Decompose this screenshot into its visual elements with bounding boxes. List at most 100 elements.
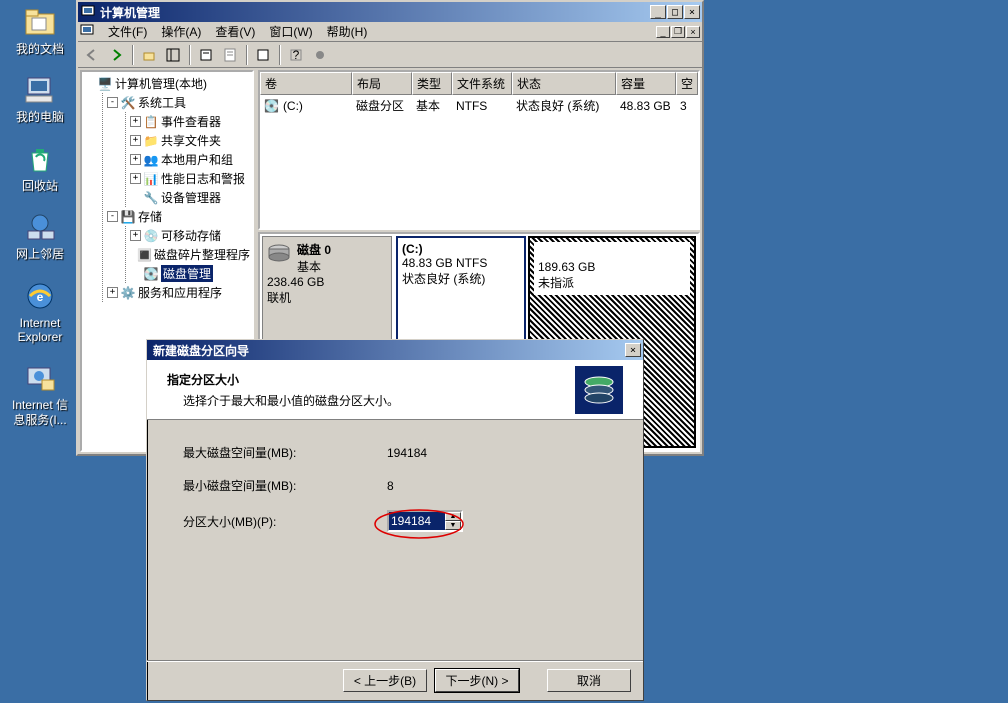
desktop-label: Internet 信息服务(I... <box>8 398 72 427</box>
desktop-label: 我的电脑 <box>16 110 64 124</box>
expand-icon[interactable]: + <box>107 287 118 298</box>
titlebar[interactable]: 计算机管理 _ □ × <box>78 2 702 22</box>
column-status[interactable]: 状态 <box>512 72 616 95</box>
volume-free: 3 <box>676 95 698 116</box>
volume-list[interactable]: 卷 布局 类型 文件系统 状态 容量 空 💽(C:) 磁盘分区 基本 NTFS … <box>258 70 700 230</box>
tree-storage[interactable]: -💾存储 <box>107 207 250 226</box>
wizard-close-button[interactable]: × <box>625 343 641 357</box>
column-layout[interactable]: 布局 <box>352 72 412 95</box>
desktop-icon-my-computer[interactable]: 我的电脑 <box>8 72 72 124</box>
spinner-up-button[interactable]: ▲ <box>445 512 461 521</box>
services-icon: ⚙️ <box>120 285 136 301</box>
column-type[interactable]: 类型 <box>412 72 452 95</box>
tree-services[interactable]: +⚙️服务和应用程序 <box>107 283 250 302</box>
shared-icon: 📁 <box>143 133 159 149</box>
maximize-button[interactable]: □ <box>667 5 683 19</box>
forward-button[interactable] <box>106 45 126 65</box>
menu-action[interactable]: 操作(A) <box>155 21 207 42</box>
menu-window[interactable]: 窗口(W) <box>263 21 318 42</box>
desktop-icon-network[interactable]: 网上邻居 <box>8 209 72 261</box>
partition-status: 状态良好 (系统) <box>402 270 520 287</box>
collapse-icon[interactable]: - <box>107 97 118 108</box>
list-header: 卷 布局 类型 文件系统 状态 容量 空 <box>260 72 698 95</box>
menu-help[interactable]: 帮助(H) <box>321 21 374 42</box>
volume-type: 基本 <box>412 95 452 116</box>
expand-icon[interactable]: + <box>130 154 141 165</box>
back-button[interactable]: < 上一步(B) <box>343 669 427 692</box>
desktop-label: Internet Explorer <box>8 316 72 345</box>
properties-button[interactable] <box>196 45 216 65</box>
wizard-title: 新建磁盘分区向导 <box>149 342 625 359</box>
min-space-value: 8 <box>387 479 394 493</box>
disk-size: 238.46 GB <box>267 275 387 289</box>
wizard-body: 最大磁盘空间量(MB): 194184 最小磁盘空间量(MB): 8 分区大小(… <box>147 420 643 572</box>
wizard-titlebar[interactable]: 新建磁盘分区向导 × <box>147 340 643 360</box>
expand-icon[interactable]: + <box>130 116 141 127</box>
partition-size: 48.83 GB NTFS <box>402 256 520 270</box>
close-button[interactable]: × <box>684 5 700 19</box>
tree-removable-storage[interactable]: +💿可移动存储 <box>130 226 250 245</box>
partition-size-input[interactable] <box>389 512 445 530</box>
column-volume[interactable]: 卷 <box>260 72 352 95</box>
mdi-close-button[interactable]: × <box>686 26 700 38</box>
expand-icon[interactable]: + <box>130 173 141 184</box>
tree-root[interactable]: 🖥️计算机管理(本地) <box>84 74 250 93</box>
min-space-label: 最小磁盘空间量(MB): <box>183 477 387 494</box>
help-button[interactable]: ? <box>286 45 306 65</box>
tree-shared-folders[interactable]: +📁共享文件夹 <box>130 131 250 150</box>
list-button[interactable] <box>253 45 273 65</box>
collapse-icon[interactable]: - <box>107 211 118 222</box>
defrag-icon: 🔳 <box>137 247 152 263</box>
wizard-heading: 指定分区大小 <box>167 371 575 388</box>
max-space-label: 最大磁盘空间量(MB): <box>183 444 387 461</box>
show-tree-button[interactable] <box>163 45 183 65</box>
tree-disk-management[interactable]: 💽磁盘管理 <box>130 264 250 283</box>
mdi-minimize-button[interactable]: _ <box>656 26 670 38</box>
wizard-header: 指定分区大小 选择介于最大和最小值的磁盘分区大小。 <box>147 360 643 420</box>
tree-defrag[interactable]: 🔳磁盘碎片整理程序 <box>130 245 250 264</box>
tree-system-tools[interactable]: -🛠️系统工具 <box>107 93 250 112</box>
next-button[interactable]: 下一步(N) > <box>435 669 519 692</box>
tree-local-users[interactable]: +👥本地用户和组 <box>130 150 250 169</box>
folder-docs-icon <box>22 4 58 40</box>
svg-text:?: ? <box>293 48 300 62</box>
column-filesystem[interactable]: 文件系统 <box>452 72 512 95</box>
drive-icon: 💽 <box>264 99 279 113</box>
desktop-label: 网上邻居 <box>16 247 64 261</box>
tree-performance[interactable]: +📊性能日志和警报 <box>130 169 250 188</box>
menu-view[interactable]: 查看(V) <box>209 21 261 42</box>
disk-stack-icon <box>575 366 623 414</box>
column-free[interactable]: 空 <box>676 72 698 95</box>
minimize-button[interactable]: _ <box>650 5 666 19</box>
desktop-icon-iis[interactable]: Internet 信息服务(I... <box>8 360 72 427</box>
desktop-icon-ie[interactable]: e Internet Explorer <box>8 278 72 345</box>
expand-icon[interactable]: + <box>130 135 141 146</box>
tree-device-manager[interactable]: 🔧设备管理器 <box>130 188 250 207</box>
desktop-label: 我的文档 <box>16 42 64 56</box>
partition-label: (C:) <box>402 242 520 256</box>
volume-fs: NTFS <box>452 95 512 116</box>
desktop-icon-recycle-bin[interactable]: 回收站 <box>8 141 72 193</box>
new-partition-wizard: 新建磁盘分区向导 × 指定分区大小 选择介于最大和最小值的磁盘分区大小。 最大磁… <box>146 339 644 701</box>
recycle-bin-icon <box>22 141 58 177</box>
disk-icon <box>267 241 291 265</box>
back-button[interactable] <box>82 45 102 65</box>
desktop-icon-my-documents[interactable]: 我的文档 <box>8 4 72 56</box>
refresh-button[interactable] <box>220 45 240 65</box>
volume-capacity: 48.83 GB <box>616 95 676 116</box>
mdi-restore-button[interactable]: ❐ <box>671 26 685 38</box>
column-capacity[interactable]: 容量 <box>616 72 676 95</box>
svg-text:e: e <box>37 290 44 304</box>
volume-row[interactable]: 💽(C:) 磁盘分区 基本 NTFS 状态良好 (系统) 48.83 GB 3 <box>260 95 698 116</box>
spinner-down-button[interactable]: ▼ <box>445 521 461 530</box>
disk-icon: 💽 <box>143 266 159 282</box>
settings-button[interactable] <box>310 45 330 65</box>
storage-icon: 💾 <box>120 209 136 225</box>
expand-icon[interactable]: + <box>130 230 141 241</box>
up-button[interactable] <box>139 45 159 65</box>
volume-name: (C:) <box>283 99 303 113</box>
cancel-button[interactable]: 取消 <box>547 669 631 692</box>
tree-event-viewer[interactable]: +📋事件查看器 <box>130 112 250 131</box>
device-icon: 🔧 <box>143 190 159 206</box>
menu-file[interactable]: 文件(F) <box>102 21 153 42</box>
